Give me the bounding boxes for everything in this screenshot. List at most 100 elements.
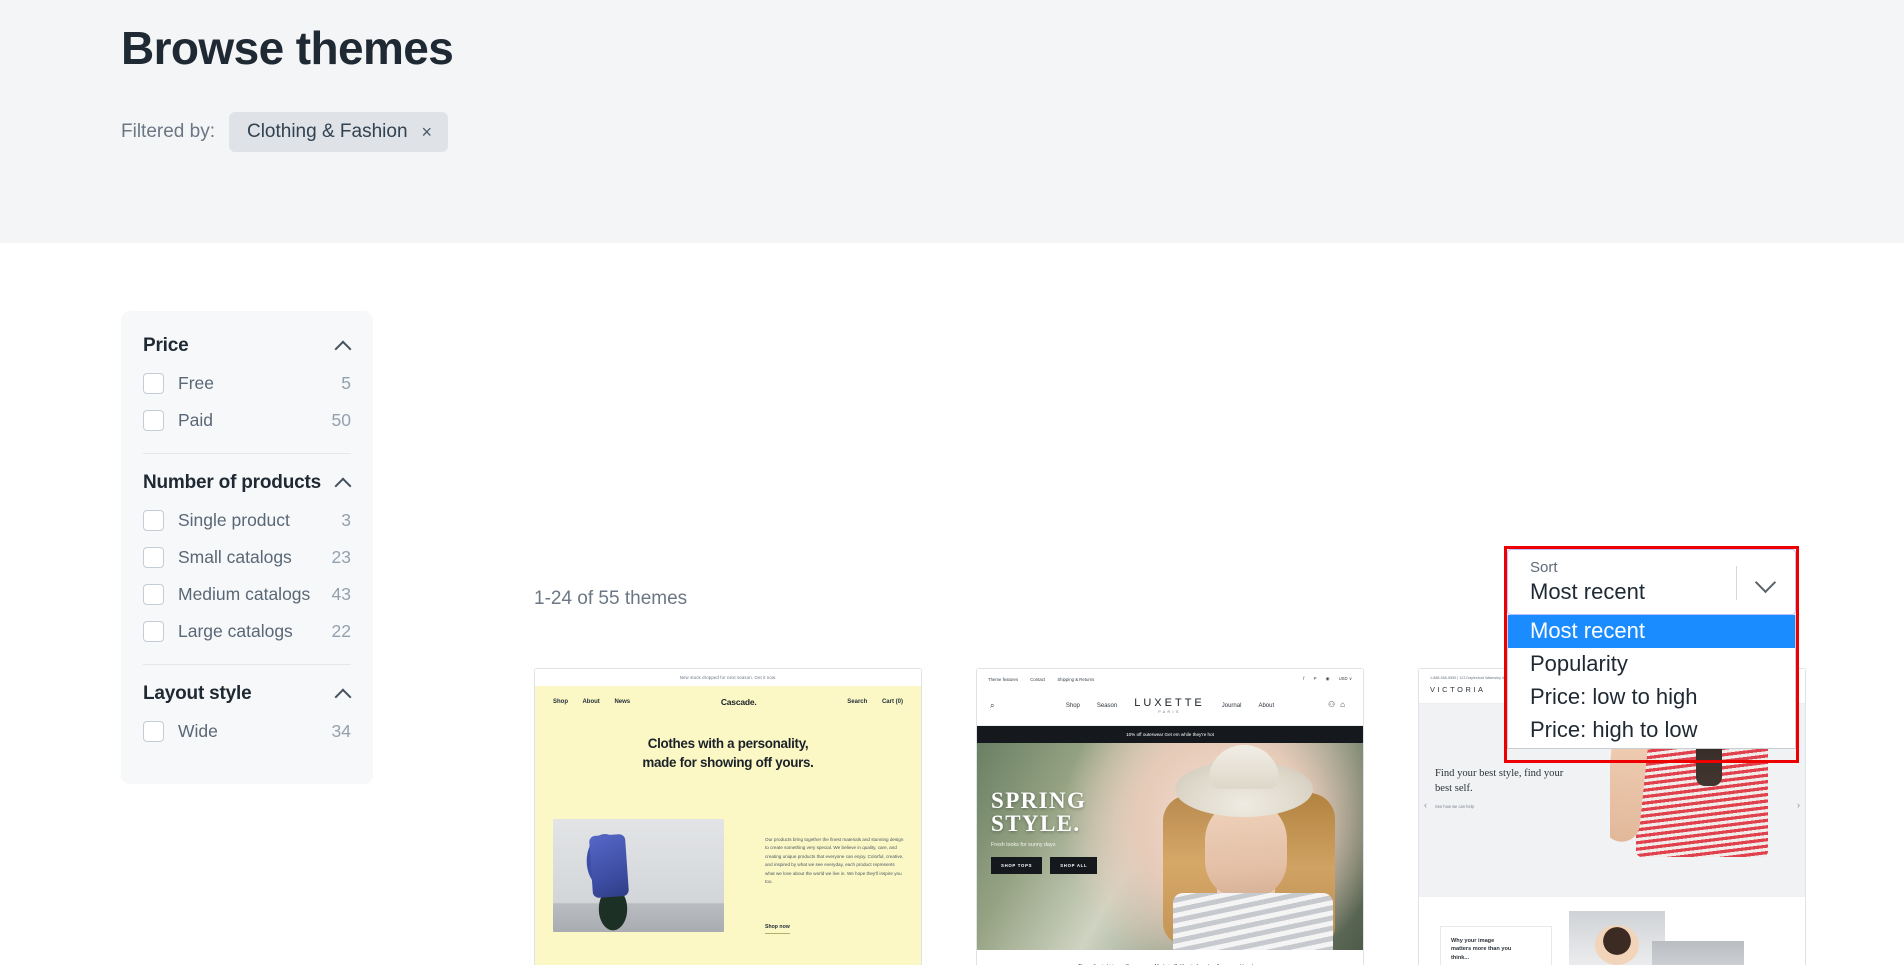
preview-photo (1652, 941, 1744, 965)
facet-title: Layout style (143, 683, 252, 704)
checkbox[interactable] (143, 621, 164, 642)
preview-card-title-line: matters more than you (1451, 946, 1512, 953)
preview-brand-sub: PARIS (1158, 710, 1181, 714)
preview-nav-item: Journal (1221, 702, 1242, 709)
preview-subheadline: See how we can help (1435, 803, 1474, 809)
sort-label: Sort (1530, 559, 1558, 576)
sort-option-popularity[interactable]: Popularity (1508, 648, 1795, 681)
chevron-down-icon[interactable] (1755, 572, 1777, 594)
preview-hero-copy: SPRING STYLE. Fresh looks for sunny days… (991, 788, 1098, 874)
preview-info-card: Why your image matters more than you thi… (1441, 927, 1551, 965)
facet-option-label: Medium catalogs (178, 584, 311, 604)
preview-nav: Shop About News Cascade. Search Cart (0) (535, 686, 921, 707)
preview-nav-right: Search Cart (0) (834, 699, 903, 705)
preview-blurb: Our products bring together the finest m… (765, 837, 904, 885)
facet-group-layout-style: Layout style Wide 34 (143, 664, 351, 764)
preview-nav-item: Shop (553, 699, 568, 705)
facet-header-price[interactable]: Price (143, 335, 351, 357)
facet-option-count: 5 (341, 373, 351, 393)
active-filter-chip[interactable]: Clothing & Fashion × (228, 112, 449, 152)
results-count: 1-24 of 55 themes (534, 588, 688, 609)
sort-options-list[interactable]: Most recent Popularity Price: low to hig… (1507, 615, 1796, 749)
page-header: Browse themes Filtered by: Clothing & Fa… (0, 0, 1904, 243)
preview-content-band: Why your image matters more than you thi… (1419, 897, 1805, 965)
sort-selected-value: Most recent (1530, 579, 1645, 604)
facet-option-single-product[interactable]: Single product 3 (143, 502, 351, 539)
facet-option-label: Paid (178, 410, 214, 430)
facebook-icon: f (1303, 676, 1305, 681)
facet-title: Price (143, 335, 189, 356)
facet-option-small-catalogs[interactable]: Small catalogs 23 (143, 539, 351, 576)
preview-logo: Cascade. (720, 697, 757, 707)
preview-nav-item: About (582, 699, 600, 705)
preview-mid-copy: The softest shirts you'll ever wear. Mad… (977, 950, 1363, 965)
preview-nav-left: Shop About News (553, 699, 643, 705)
close-icon[interactable]: × (422, 123, 433, 141)
preview-headline-line: Find your best style, find your (1435, 768, 1564, 779)
preview-headline-line: STYLE. (991, 811, 1081, 836)
preview-announcement-bar: New stock dropped for next season. Get i… (535, 669, 921, 686)
preview-headline-line: Clothes with a personality, (647, 736, 809, 751)
preview-topbar-item: Contact (1030, 676, 1046, 682)
preview-mainnav: ⌕ Shop Season LUXETTE PARIS Journal Abou… (977, 689, 1363, 726)
preview-button: SHOP TOPS (991, 857, 1043, 874)
theme-card-impulse: Theme features Contact Shipping & Return… (976, 668, 1364, 965)
active-filters-row: Filtered by: Clothing & Fashion × (121, 112, 449, 152)
preview-hero: SPRING STYLE. Fresh looks for sunny days… (977, 743, 1363, 950)
facet-option-paid[interactable]: Paid 50 (143, 402, 351, 439)
preview-hero: Shop About News Cascade. Search Cart (0)… (535, 686, 921, 965)
chevron-up-icon[interactable] (335, 686, 351, 702)
sort-option-price-high-to-low[interactable]: Price: high to low (1508, 714, 1795, 747)
facet-option-medium-catalogs[interactable]: Medium catalogs 43 (143, 576, 351, 613)
facet-title: Number of products (143, 472, 321, 493)
preview-card-title-line: Why your image (1451, 938, 1495, 944)
facet-header-layout-style[interactable]: Layout style (143, 683, 351, 705)
chevron-up-icon[interactable] (335, 338, 351, 354)
facet-option-count: 50 (331, 410, 351, 430)
checkbox[interactable] (143, 584, 164, 605)
facet-option-label: Single product (178, 510, 290, 530)
preview-nav-item: Search (847, 699, 868, 705)
carousel-prev-icon: ‹ (1424, 800, 1427, 810)
pinterest-icon: P (1313, 676, 1317, 681)
sort-option-most-recent[interactable]: Most recent (1508, 615, 1795, 649)
preview-topbar-right: f P ◉ USD ∨ (1295, 676, 1352, 682)
facet-header-number-of-products[interactable]: Number of products (143, 472, 351, 494)
preview-headline-line: SPRING (991, 788, 1087, 813)
content-area: Price Free 5 Paid 50 Number of products (0, 243, 1904, 965)
checkbox[interactable] (143, 510, 164, 531)
facet-option-label: Wide (178, 721, 218, 741)
checkbox[interactable] (143, 410, 164, 431)
theme-thumbnail-cascade[interactable]: New stock dropped for next season. Get i… (534, 668, 922, 965)
divider (1736, 566, 1737, 600)
chevron-up-icon[interactable] (335, 475, 351, 491)
sort-select[interactable]: Sort Most recent (1507, 549, 1796, 615)
preview-promo-bar: 10% off outerwear Get em while they're h… (977, 726, 1363, 743)
preview-brand-name: LUXETTE (1134, 697, 1205, 709)
preview-hero-photo (1173, 893, 1333, 950)
account-and-cart-icons: ⚇⌂ (1327, 700, 1350, 709)
preview-nav-item: Shop (1065, 702, 1080, 709)
theme-thumbnail-impulse[interactable]: Theme features Contact Shipping & Return… (976, 668, 1364, 965)
preview-nav-item: Cart (0) (881, 699, 903, 705)
preview-card-title: Why your image matters more than you thi… (1451, 937, 1541, 962)
facet-option-label: Free (178, 373, 214, 393)
preview-photo (1569, 911, 1665, 965)
checkbox[interactable] (143, 373, 164, 394)
preview-hero-copy: Find your best style, find your best sel… (1435, 766, 1610, 809)
checkbox[interactable] (143, 721, 164, 742)
currency-selector: USD ∨ (1338, 676, 1352, 681)
search-icon: ⌕ (990, 701, 995, 710)
facet-option-large-catalogs[interactable]: Large catalogs 22 (143, 613, 351, 650)
instagram-icon: ◉ (1325, 676, 1330, 681)
sort-option-price-low-to-high[interactable]: Price: low to high (1508, 681, 1795, 714)
preview-hero-photo (1175, 745, 1313, 817)
facet-option-free[interactable]: Free 5 (143, 365, 351, 402)
preview-nav-item: News (614, 699, 631, 705)
checkbox[interactable] (143, 547, 164, 568)
facet-option-wide[interactable]: Wide 34 (143, 713, 351, 750)
preview-headline-line: made for showing off yours. (642, 755, 814, 771)
preview-nav-item: Season (1096, 702, 1118, 709)
page-title: Browse themes (121, 22, 454, 74)
active-filter-label: Clothing & Fashion (246, 121, 408, 142)
